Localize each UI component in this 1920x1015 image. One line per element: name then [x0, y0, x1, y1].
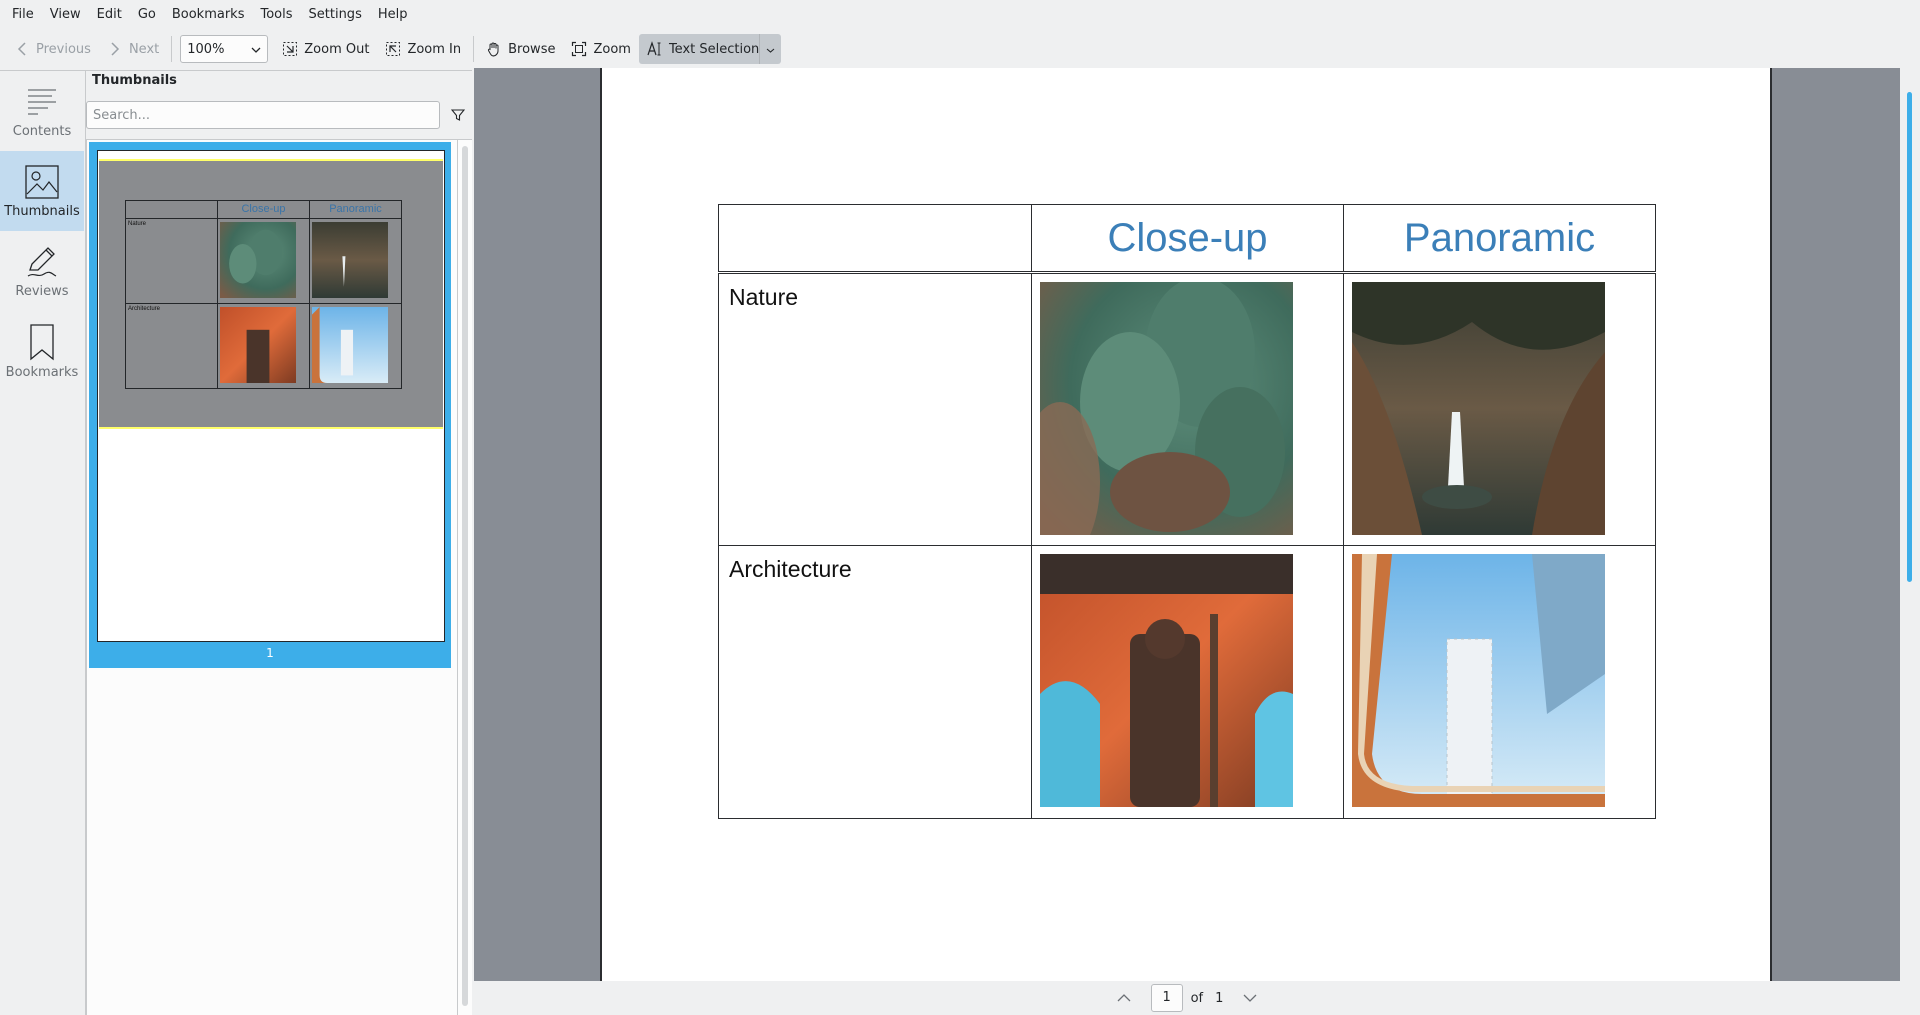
- thumbnails-panel: Thumbnails Close-up Panoramic Nature: [86, 70, 472, 1015]
- chevron-up-icon: [1117, 994, 1131, 1002]
- text-selection-label: Text Selection: [668, 41, 760, 57]
- chevron-right-icon: [107, 41, 123, 57]
- thumbnail-table: Close-up Panoramic Nature Architecture: [125, 200, 402, 389]
- zoom-tool-label: Zoom: [593, 41, 631, 57]
- cactus-closeup-photo: [220, 222, 296, 298]
- zoom-area-icon: [571, 41, 587, 57]
- tower-panoramic-photo: [312, 307, 388, 383]
- menu-bookmarks[interactable]: Bookmarks: [164, 0, 253, 30]
- table-header-panoramic: Panoramic: [1343, 204, 1656, 274]
- waterfall-panoramic-photo: [312, 222, 388, 298]
- bookmark-icon: [30, 323, 54, 360]
- zoom-level-value: 100%: [187, 41, 225, 57]
- next-label: Next: [128, 41, 160, 57]
- sidebar-tab-label: Contents: [12, 123, 72, 139]
- toolbar: Previous Next 100% Zoom Out Zoom In Brow…: [0, 31, 1920, 67]
- sidebar-tabs: Contents Thumbnails Reviews Bookmarks: [0, 70, 86, 1015]
- pen-icon: [27, 246, 57, 277]
- thumbnail-page-1[interactable]: Close-up Panoramic Nature Architecture 1: [89, 142, 451, 668]
- page-navigator: 1 of 1: [474, 981, 1900, 1015]
- next-page-button[interactable]: [1237, 985, 1263, 1011]
- thumbnail-row-label: Architecture: [125, 303, 218, 389]
- zoom-out-label: Zoom Out: [304, 41, 370, 57]
- row-label-nature: Nature: [729, 284, 799, 310]
- table-header-closeup: Close-up: [1031, 204, 1344, 274]
- filter-icon[interactable]: [448, 105, 468, 125]
- zoom-out-icon: [282, 41, 298, 57]
- statue-closeup-photo: [220, 307, 296, 383]
- toolbar-separator: [473, 36, 475, 62]
- toolbar-separator: [171, 36, 173, 62]
- document-scrollbar[interactable]: [1900, 68, 1920, 981]
- thumbnail-page-number: 1: [266, 646, 274, 660]
- previous-label: Previous: [36, 41, 91, 57]
- selection-tool-menu-button[interactable]: [759, 34, 782, 64]
- sidebar-tab-thumbnails[interactable]: Thumbnails: [0, 151, 84, 231]
- image-icon: [25, 164, 59, 199]
- document-table: Close-up Panoramic Nature Architecture: [718, 204, 1656, 819]
- zoom-tool-button[interactable]: Zoom: [563, 34, 638, 64]
- thumbnail-table-header: [125, 200, 218, 219]
- thumbnail-table-header: Panoramic: [309, 200, 402, 219]
- thumbnail-page-preview: Close-up Panoramic Nature Architecture: [97, 150, 445, 642]
- zoom-level-select[interactable]: 100%: [180, 35, 269, 63]
- page-total: 1: [1215, 990, 1224, 1006]
- visible-area-highlight: Close-up Panoramic Nature Architecture: [99, 159, 443, 429]
- scrollbar-thumb[interactable]: [462, 146, 468, 1006]
- sidebar-tab-label: Thumbnails: [4, 203, 80, 219]
- menu-go[interactable]: Go: [130, 0, 164, 30]
- page-number-input[interactable]: 1: [1150, 984, 1183, 1012]
- sidebar-tab-reviews[interactable]: Reviews: [0, 231, 84, 311]
- table-header-empty: [718, 204, 1032, 274]
- chevron-left-icon: [14, 41, 30, 57]
- hand-icon: [486, 41, 502, 57]
- thumbnails-search-input[interactable]: [86, 101, 440, 129]
- tower-panoramic-photo: [1352, 554, 1605, 807]
- waterfall-panoramic-photo: [1352, 282, 1605, 535]
- text-cursor-icon: [647, 41, 663, 57]
- next-button[interactable]: Next: [99, 34, 167, 64]
- zoom-in-button[interactable]: Zoom In: [377, 34, 469, 64]
- chevron-down-icon: [766, 42, 775, 57]
- statue-closeup-photo: [1040, 554, 1293, 807]
- zoom-out-button[interactable]: Zoom Out: [274, 34, 377, 64]
- chevron-down-icon: [251, 42, 261, 57]
- scrollbar-thumb[interactable]: [1907, 92, 1912, 582]
- text-selection-tool-button[interactable]: Text Selection: [638, 34, 768, 64]
- cactus-closeup-photo: [1040, 282, 1293, 535]
- browse-tool-button[interactable]: Browse: [478, 34, 563, 64]
- document-view[interactable]: Close-up Panoramic Nature Architecture: [474, 68, 1900, 981]
- browse-label: Browse: [508, 41, 556, 57]
- sidebar-tab-bookmarks[interactable]: Bookmarks: [0, 311, 84, 391]
- previous-button[interactable]: Previous: [6, 34, 99, 64]
- thumbnail-row-label: Nature: [125, 218, 218, 304]
- zoom-in-icon: [385, 41, 401, 57]
- document-page[interactable]: Close-up Panoramic Nature Architecture: [600, 68, 1772, 981]
- menu-file[interactable]: File: [4, 0, 42, 30]
- sidebar-tab-label: Reviews: [15, 283, 69, 299]
- menubar: File View Edit Go Bookmarks Tools Settin…: [0, 0, 1920, 30]
- zoom-in-label: Zoom In: [407, 41, 462, 57]
- menu-tools[interactable]: Tools: [252, 0, 300, 30]
- sidebar-tab-label: Bookmarks: [5, 364, 79, 380]
- menu-view[interactable]: View: [42, 0, 89, 30]
- thumbnail-table-header: Close-up: [217, 200, 310, 219]
- menu-help[interactable]: Help: [370, 0, 416, 30]
- thumbnails-scrollbar[interactable]: [458, 139, 472, 1015]
- chevron-down-icon: [1243, 994, 1257, 1002]
- page-of-label: of: [1190, 990, 1204, 1006]
- menu-settings[interactable]: Settings: [301, 0, 370, 30]
- contents-icon: [28, 88, 56, 115]
- sidebar-tab-contents[interactable]: Contents: [0, 71, 84, 151]
- menu-edit[interactable]: Edit: [89, 0, 130, 30]
- row-label-architecture: Architecture: [729, 556, 852, 582]
- previous-page-button[interactable]: [1111, 985, 1137, 1011]
- thumbnails-title: Thumbnails: [92, 73, 177, 88]
- thumbnails-list[interactable]: Close-up Panoramic Nature Architecture 1: [86, 139, 458, 1015]
